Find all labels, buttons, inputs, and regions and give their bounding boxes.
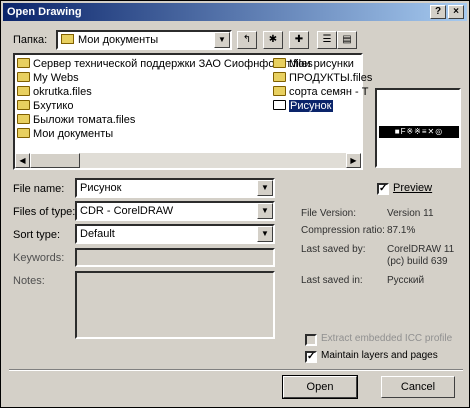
notes-label: Notes: — [13, 275, 45, 287]
list-item[interactable]: сорта семян - Т — [273, 85, 368, 99]
filetype-dropdown[interactable]: CDR - CorelDRAW ▼ — [75, 201, 275, 221]
folder-icon — [17, 100, 30, 110]
scroll-left-icon[interactable]: ◀ — [15, 153, 30, 168]
open-button[interactable]: Open — [282, 375, 358, 399]
open-drawing-dialog: Open Drawing ? × Папка: Мои документы ▼ … — [0, 0, 470, 408]
separator — [9, 369, 463, 371]
preview-image: ■F※※≡✕◎ — [379, 126, 459, 138]
keywords-label: Keywords: — [13, 252, 65, 264]
folder-icon — [17, 114, 30, 124]
folder-icon — [273, 72, 286, 82]
folder-icon — [273, 86, 286, 96]
sorttype-dropdown[interactable]: Default ▼ — [75, 224, 275, 244]
list-item[interactable]: okrutka.files — [17, 85, 92, 99]
extract-icc-label: Extract embedded ICC profile — [321, 333, 453, 344]
new-folder-button[interactable]: ✚ — [289, 31, 309, 49]
saved-in-value: Русский — [387, 275, 425, 286]
list-item[interactable]: Мои документы — [17, 127, 113, 141]
details-view-button[interactable]: ▤ — [337, 31, 357, 49]
lookin-dropdown[interactable]: Мои документы ▼ — [56, 30, 232, 50]
cancel-button[interactable]: Cancel — [381, 376, 455, 398]
search-web-button[interactable]: ✱ — [263, 31, 283, 49]
notes-field[interactable] — [75, 271, 275, 339]
list-item[interactable]: Мои рисунки — [273, 57, 354, 71]
drawing-file-icon — [273, 100, 286, 110]
filename-field[interactable]: Рисунок ▼ — [75, 178, 275, 198]
maintain-layers-checkbox[interactable]: ✓ — [305, 351, 317, 363]
list-item[interactable]: ПРОДУКТЫ.files — [273, 71, 372, 85]
keywords-field[interactable] — [75, 248, 275, 267]
chevron-down-icon: ▼ — [214, 32, 230, 48]
preview-checkbox[interactable]: ✓ — [377, 183, 389, 195]
list-item[interactable]: Быложи томата.files — [17, 113, 135, 127]
folder-icon — [273, 58, 286, 68]
folder-icon — [17, 86, 30, 96]
file-list[interactable]: Сервер технической поддержки ЗАО Сиофнфо… — [13, 53, 372, 170]
saved-in-label: Last saved in: — [301, 275, 363, 286]
version-value: Version 11 — [387, 208, 434, 219]
folder-icon — [61, 34, 74, 44]
chevron-down-icon: ▼ — [257, 203, 273, 219]
preview-label: Preview — [393, 182, 433, 194]
list-item[interactable]: Сервер технической поддержки ЗАО Сиофнфо… — [17, 57, 313, 71]
saved-by-label: Last saved by: — [301, 244, 366, 255]
list-item[interactable]: My Webs — [17, 71, 79, 85]
filename-label: File name: — [13, 183, 65, 195]
folder-icon — [17, 128, 30, 138]
scroll-right-icon[interactable]: ▶ — [346, 153, 361, 168]
compression-label: Compression ratio: — [301, 225, 385, 236]
chevron-down-icon: ▼ — [257, 180, 273, 196]
folder-icon — [17, 72, 30, 82]
title-bar: Open Drawing ? × — [3, 3, 467, 21]
maintain-layers-label: Maintain layers and pages — [321, 350, 438, 361]
extract-icc-checkbox[interactable] — [305, 334, 317, 346]
help-button[interactable]: ? — [430, 5, 446, 19]
list-view-button[interactable]: ☰ — [317, 31, 337, 49]
sorttype-label: Sort type: — [13, 229, 61, 241]
horizontal-scrollbar[interactable]: ◀ ▶ — [15, 153, 361, 168]
up-folder-button[interactable]: ↰ — [237, 31, 257, 49]
list-item-selected[interactable]: Рисунок — [273, 99, 333, 113]
folder-icon — [17, 58, 30, 68]
list-item[interactable]: Бхутико — [17, 99, 73, 113]
saved-by-value: CorelDRAW 11 (pc) build 639 — [387, 244, 455, 267]
dialog-title: Open Drawing — [7, 6, 82, 18]
version-label: File Version: — [301, 208, 357, 219]
lookin-value: Мои документы — [78, 34, 159, 46]
filetype-label: Files of type: — [13, 206, 76, 218]
compression-value: 87.1% — [387, 225, 416, 236]
scroll-thumb[interactable] — [30, 153, 80, 168]
lookin-label: Папка: — [13, 34, 48, 46]
close-button[interactable]: × — [448, 5, 464, 19]
preview-thumbnail: ■F※※≡✕◎ — [375, 88, 461, 168]
chevron-down-icon: ▼ — [257, 226, 273, 242]
